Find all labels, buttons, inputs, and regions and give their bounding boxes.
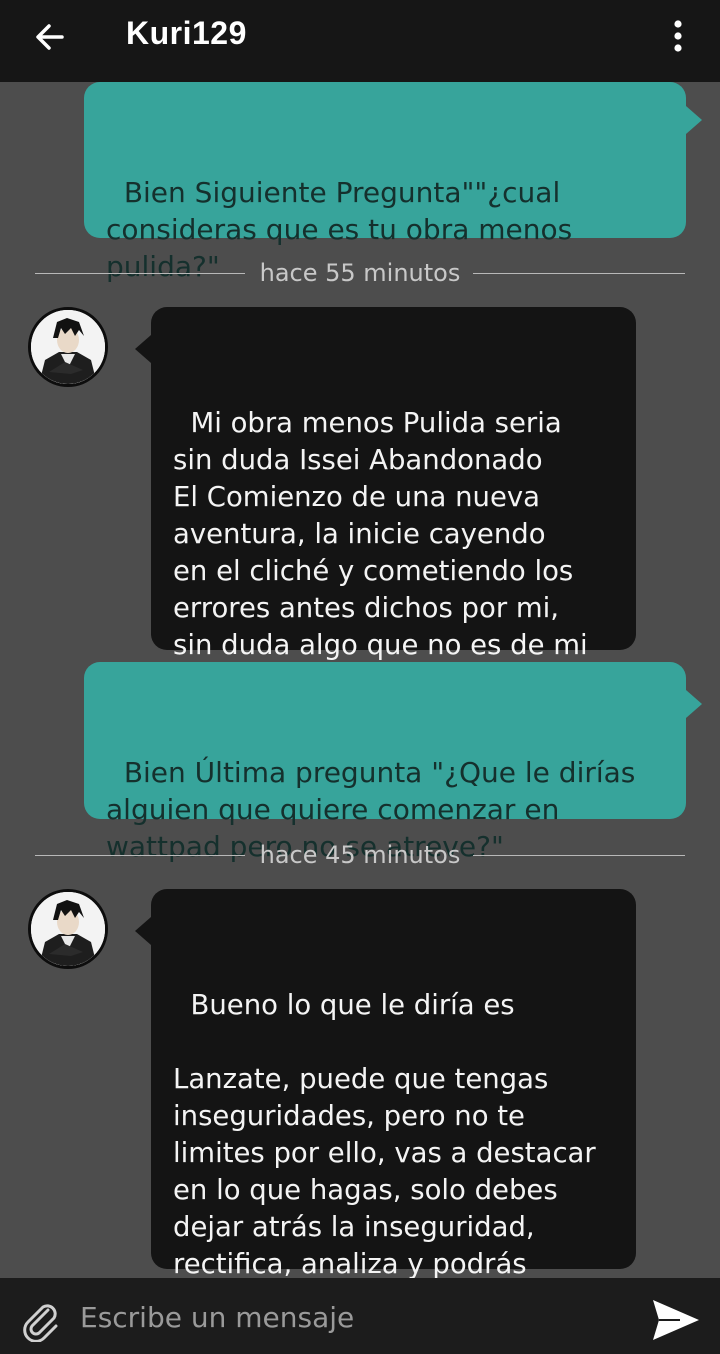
bubble-tail [135,917,151,945]
message-text: Bueno lo que le diría es Lanzate, puede … [173,989,596,1317]
back-arrow-icon[interactable] [30,17,70,57]
outgoing-message-bubble[interactable]: Bien Siguiente Pregunta""¿cual considera… [84,82,702,283]
paperclip-icon[interactable] [18,1298,62,1342]
outgoing-message-bubble[interactable]: Bien Última pregunta "¿Que le dirías alg… [84,662,702,863]
bubble-tail [686,690,702,718]
avatar-character-icon [31,310,105,384]
bubble-tail [686,106,702,134]
timestamp-divider: hace 55 minutos [35,255,685,291]
message-text: Mi obra menos Pulida seria sin duda Isse… [173,407,588,698]
timestamp-divider: hace 45 minutos [35,837,685,873]
avatar[interactable] [28,889,108,969]
timestamp-label: hace 55 minutos [259,259,461,287]
avatar-character-icon [31,892,105,966]
chat-title: Kuri129 [126,15,247,51]
incoming-message-bubble[interactable]: Mi obra menos Pulida seria sin duda Isse… [135,307,636,698]
incoming-message-bubble[interactable]: Bueno lo que le diría es Lanzate, puede … [135,889,636,1317]
bubble-tail [135,335,151,363]
timestamp-label: hace 45 minutos [259,841,461,869]
send-icon[interactable] [650,1296,702,1344]
more-options-icon[interactable] [664,18,692,54]
top-app-bar: Kuri129 [0,0,720,82]
message-input[interactable] [78,1292,622,1342]
message-composer [0,1278,720,1354]
avatar[interactable] [28,307,108,387]
